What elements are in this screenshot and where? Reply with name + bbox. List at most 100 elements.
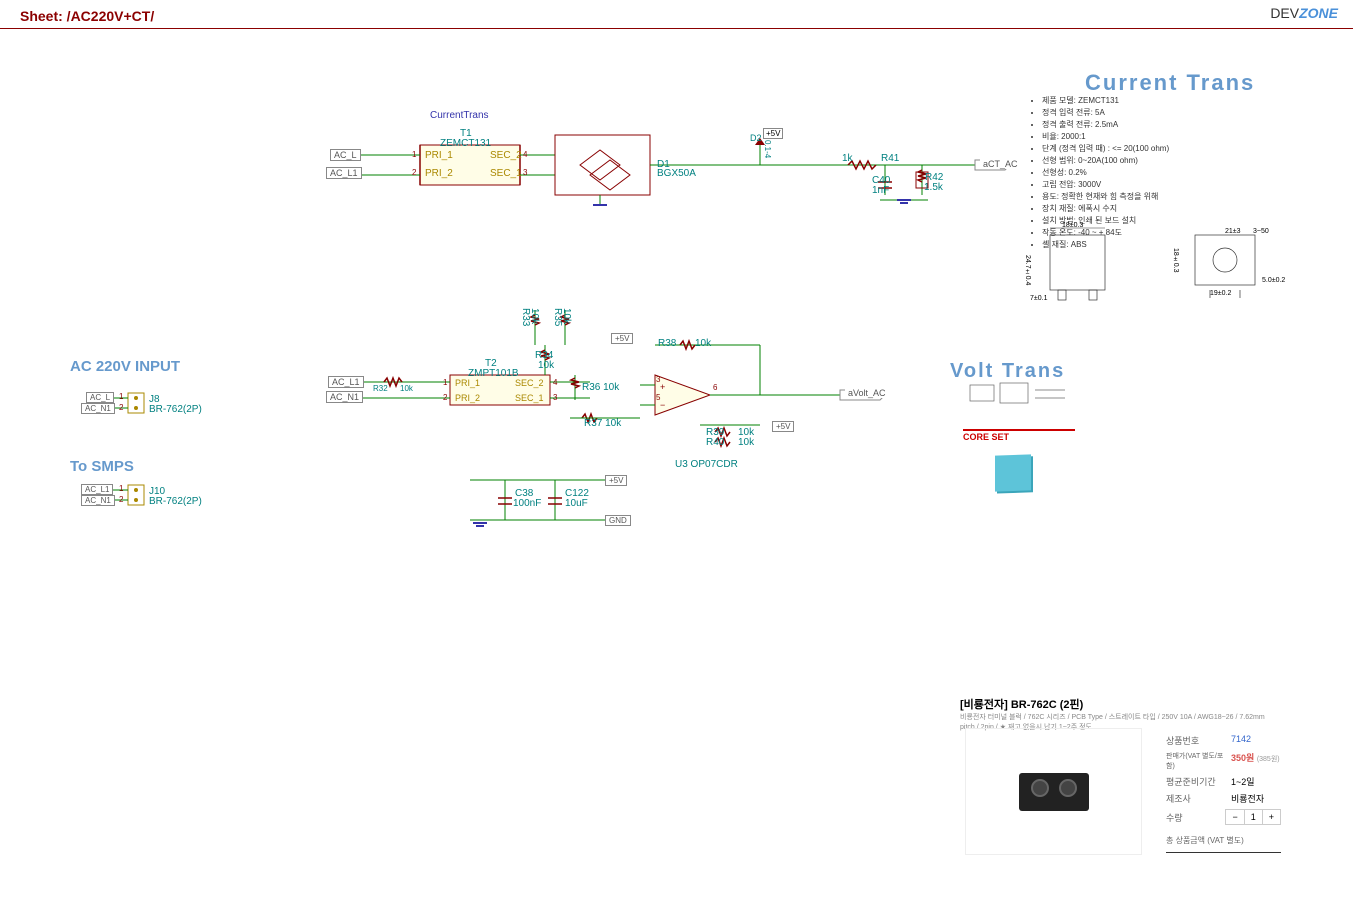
c40-val: 1nF bbox=[872, 185, 889, 196]
r40-val: 10k bbox=[738, 437, 754, 448]
code-value: 7142 bbox=[1231, 734, 1251, 747]
current-trans-heading: Current Trans bbox=[1085, 70, 1255, 96]
r34-val: 10k bbox=[538, 360, 554, 371]
r38-ref: R38 bbox=[658, 338, 676, 349]
u3-pin3: 3 bbox=[656, 375, 660, 384]
qty-minus[interactable]: − bbox=[1226, 810, 1244, 824]
qty-value: 1 bbox=[1245, 810, 1263, 824]
c122-val: 10uF bbox=[565, 498, 588, 509]
ct-spec-list: 제품 모델: ZEMCT131정격 입력 전류: 5A정격 출력 전류: 2.5… bbox=[1030, 95, 1210, 251]
ct-spec-item: 정격 입력 전류: 5A bbox=[1042, 107, 1210, 119]
r41-ref: R41 bbox=[881, 153, 899, 164]
t2-pin1: 1 bbox=[443, 378, 447, 387]
qty-stepper[interactable]: − 1 + bbox=[1225, 809, 1281, 825]
j8-part: BR-762(2P) bbox=[149, 404, 202, 415]
t2-pin3: 3 bbox=[553, 393, 557, 402]
d1-part: BGX50A bbox=[657, 168, 696, 179]
maker-value: 비룡전자 bbox=[1231, 792, 1264, 805]
t1-sec1: SEC_1 bbox=[490, 168, 522, 179]
t2-sec1: SEC_1 bbox=[515, 393, 544, 403]
ct-spec-item: 선형 범위: 0~20A(100 ohm) bbox=[1042, 155, 1210, 167]
t2-pin2: 2 bbox=[443, 393, 447, 402]
ct-spec-item: 정격 출력 전류: 2.5mA bbox=[1042, 119, 1210, 131]
r32-val: 10k bbox=[400, 384, 413, 393]
ct-spec-item: 제품 모델: ZEMCT131 bbox=[1042, 95, 1210, 107]
ct-spec-item: 장치 재질: 에폭시 수지 bbox=[1042, 203, 1210, 215]
to-smps-heading: To SMPS bbox=[70, 458, 134, 475]
t1-part: ZEMCT131 bbox=[440, 138, 491, 149]
d2-ref: D2 bbox=[750, 133, 762, 143]
j8-pin1: 1 bbox=[119, 392, 123, 401]
r36: R36 10k bbox=[582, 382, 619, 393]
price-value: 350원 bbox=[1231, 753, 1254, 763]
maker-label: 제조사 bbox=[1166, 792, 1231, 805]
t1-pin1: 1 bbox=[412, 150, 416, 159]
t1-pri2: PRI_2 bbox=[425, 168, 453, 179]
t2-pin4: 4 bbox=[553, 378, 557, 387]
r42-val: 1.5k bbox=[924, 182, 943, 193]
v5-2: +5V bbox=[611, 333, 633, 344]
dim-3: 7±0.1 bbox=[1030, 295, 1047, 302]
ct-ref-label: CurrentTrans bbox=[430, 110, 489, 121]
product-title: [비룡전자] BR-762C (2핀) bbox=[960, 696, 1083, 712]
core-set-label: CORE SET bbox=[963, 432, 1009, 442]
v5-1: +5V bbox=[763, 128, 783, 139]
vt-cube bbox=[995, 455, 1031, 491]
ct-spec-item: 비율: 2000:1 bbox=[1042, 131, 1210, 143]
t1-sec2: SEC_2 bbox=[490, 150, 522, 161]
net-acl1-2: AC_L1 bbox=[328, 376, 364, 388]
r32-ref: R32 bbox=[373, 384, 388, 393]
code-label: 상품번호 bbox=[1166, 734, 1231, 747]
dim-2: 24.7±0.4 bbox=[1024, 255, 1031, 285]
v5-4: +5V bbox=[605, 475, 627, 486]
product-image bbox=[965, 728, 1142, 855]
ac-input-heading: AC 220V INPUT bbox=[70, 358, 180, 375]
j10-pin1: 1 bbox=[119, 484, 123, 493]
product-info: 상품번호 7142 판매가(VAT 별도/포함) 350원 (385원) 평균준… bbox=[1160, 728, 1287, 859]
dim-7: 18±0.3 bbox=[1172, 248, 1179, 273]
qty-plus[interactable]: + bbox=[1263, 810, 1280, 824]
ct-spec-item: 용도: 정확한 현재와 힘 측정을 위해 bbox=[1042, 191, 1210, 203]
r41-val: 1k bbox=[842, 153, 853, 164]
svg-text:+: + bbox=[660, 382, 665, 392]
j10-acn1: AC_N1 bbox=[81, 495, 115, 506]
j8-pin2: 2 bbox=[119, 403, 123, 412]
j10-acl1: AC_L1 bbox=[81, 484, 113, 495]
logo-dev: DEV bbox=[1270, 5, 1299, 21]
t2-pri2: PRI_2 bbox=[455, 393, 480, 403]
j10-part: BR-762(2P) bbox=[149, 496, 202, 507]
dim-1: 18±0.3 bbox=[1062, 222, 1083, 229]
t1-pin3: 3 bbox=[523, 168, 527, 177]
u3-pin5: 5 bbox=[656, 393, 660, 402]
lead-value: 1~2일 bbox=[1231, 775, 1255, 788]
r37: R37 10k bbox=[584, 418, 621, 429]
title-underline bbox=[0, 28, 1353, 29]
total-label: 총 상품금액 (VAT 별도) bbox=[1166, 835, 1281, 846]
gnd-1: GND bbox=[605, 515, 631, 526]
v5-3: +5V bbox=[772, 421, 794, 432]
u3-pin6: 6 bbox=[713, 383, 717, 392]
t2-sec2: SEC_2 bbox=[515, 378, 544, 388]
net-avolt: aVolt_AC bbox=[845, 388, 889, 398]
devzone-logo: DEVZONE bbox=[1270, 5, 1338, 21]
net-act-ac: aCT_AC bbox=[980, 159, 1021, 169]
t1-pri1: PRI_1 bbox=[425, 150, 453, 161]
logo-zone: ZONE bbox=[1299, 5, 1338, 21]
ct-spec-item: 단계 (정격 입력 때) : <= 20(100 ohm) bbox=[1042, 143, 1210, 155]
r35-val: 10k bbox=[561, 308, 572, 324]
sheet-title: Sheet: /AC220V+CT/ bbox=[20, 8, 154, 24]
volt-trans-heading: Volt Trans bbox=[950, 360, 1065, 383]
lead-label: 평균준비기간 bbox=[1166, 775, 1231, 788]
dim-5: 3~50 bbox=[1253, 228, 1269, 235]
r38-val: 10k bbox=[695, 338, 711, 349]
net-acl: AC_L bbox=[330, 149, 361, 161]
ct-spec-item: 선형성: 0.2% bbox=[1042, 167, 1210, 179]
price-label: 판매가(VAT 별도/포함) bbox=[1166, 751, 1231, 771]
u3-label: U3 OP07CDR bbox=[675, 459, 738, 470]
j10-pin2: 2 bbox=[119, 495, 123, 504]
net-acl1: AC_L1 bbox=[326, 167, 362, 179]
dim-4: 21±3 bbox=[1225, 228, 1241, 235]
price-inc: (385원) bbox=[1257, 756, 1280, 763]
ct-spec-item: 고립 전압: 3000V bbox=[1042, 179, 1210, 191]
net-acn1: AC_N1 bbox=[326, 391, 363, 403]
